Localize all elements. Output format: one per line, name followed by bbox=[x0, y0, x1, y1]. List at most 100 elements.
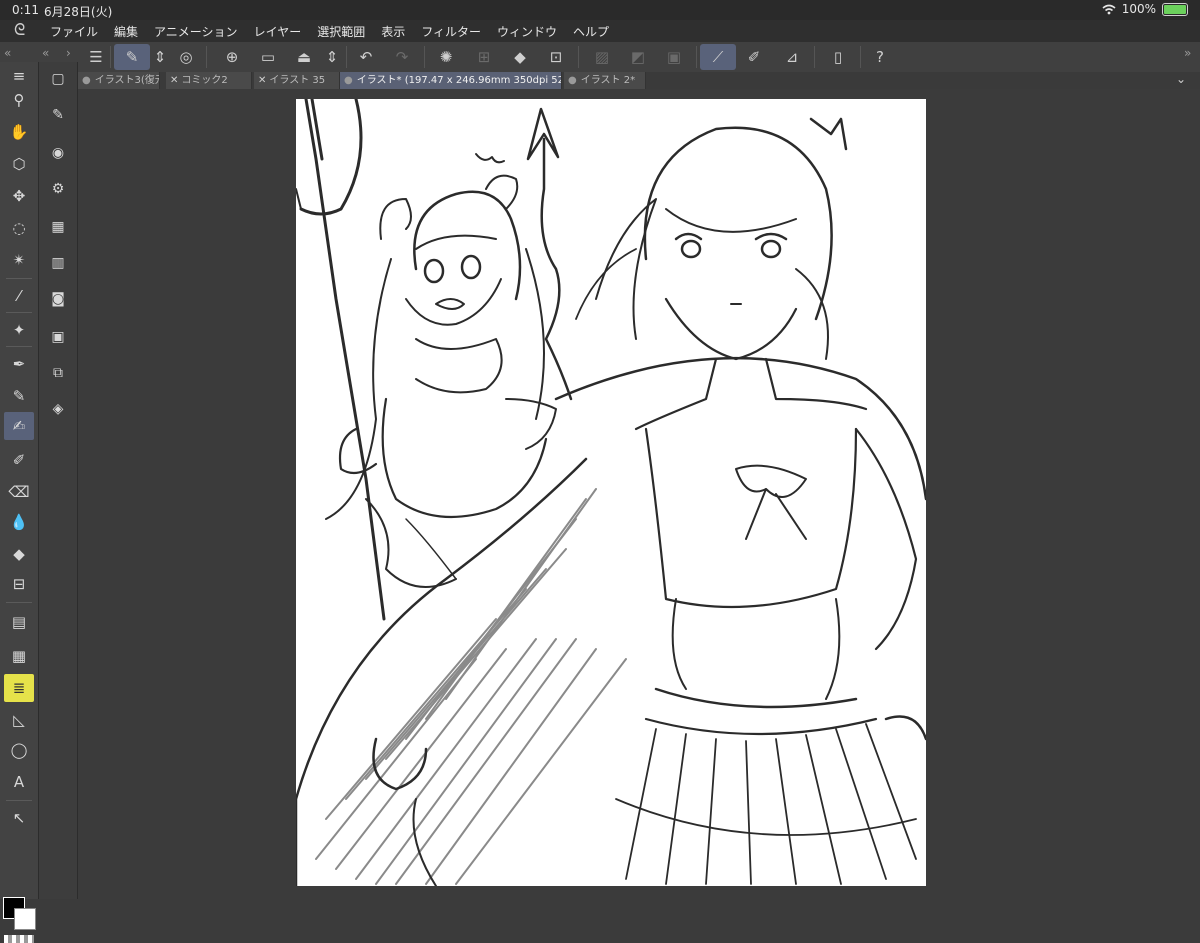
chevron-down-icon[interactable]: ⌄ bbox=[1176, 72, 1186, 86]
menu-help[interactable]: ヘルプ bbox=[573, 23, 609, 40]
menu-file[interactable]: ファイル bbox=[50, 23, 98, 40]
clear-selection-icon[interactable]: ▨ bbox=[590, 45, 614, 69]
text-layer-icon[interactable]: ≣ bbox=[4, 674, 34, 702]
loading-icon[interactable]: ✺ bbox=[434, 45, 458, 69]
material-icon[interactable]: ▣ bbox=[45, 324, 71, 350]
frame-icon[interactable]: ▦ bbox=[4, 642, 34, 670]
tab-illust-active[interactable]: ●イラスト* (197.47 x 246.96mm 350dpi 52.8%) bbox=[340, 72, 562, 89]
tool-settings-icon[interactable]: ⚙ bbox=[45, 176, 71, 202]
undo-icon[interactable]: ↶ bbox=[354, 45, 378, 69]
menu-edit[interactable]: 編集 bbox=[114, 23, 138, 40]
device-icon[interactable]: ▯ bbox=[826, 45, 850, 69]
invert-selection-icon[interactable]: ◩ bbox=[626, 45, 650, 69]
app-logo-icon[interactable]: ᘓ bbox=[14, 21, 32, 39]
lasso-icon[interactable]: ◌ bbox=[4, 214, 34, 242]
object-select-icon[interactable]: ⬡ bbox=[4, 150, 34, 178]
balloon-icon[interactable]: ◯ bbox=[4, 736, 34, 764]
tool-property-icon[interactable]: ✎ bbox=[45, 102, 71, 128]
tab-illust-35[interactable]: ✕ イラスト 35 bbox=[254, 72, 340, 89]
sub-palette-bar: ▢ ✎ ◉ ⚙ ▦ ▥ ◙ ▣ ⧉ ◈ bbox=[39, 62, 78, 899]
tab-comic-2[interactable]: ✕ コミック2 bbox=[166, 72, 252, 89]
tab-label: コミック2 bbox=[181, 75, 228, 86]
pen-icon[interactable]: ✒ bbox=[4, 350, 34, 378]
menu-icon[interactable]: ☰ bbox=[84, 45, 108, 69]
brush-size-icon[interactable]: ◉ bbox=[45, 140, 71, 166]
stamp-icon[interactable]: ⊟ bbox=[4, 570, 34, 598]
record-icon[interactable]: ◎ bbox=[174, 45, 198, 69]
battery-icon bbox=[1162, 2, 1188, 16]
selection-border-icon[interactable]: ▣ bbox=[662, 45, 686, 69]
menu-selection[interactable]: 選択範囲 bbox=[317, 23, 365, 40]
tab-modified-icon: ● bbox=[568, 75, 577, 86]
sparkle-icon[interactable]: ✦ bbox=[4, 316, 34, 344]
blend-icon[interactable]: 💧 bbox=[4, 508, 34, 536]
airbrush-icon[interactable]: ✐ bbox=[4, 446, 34, 474]
operation-icon[interactable]: ↖ bbox=[4, 804, 34, 832]
tab-close-icon[interactable]: ✕ bbox=[170, 75, 178, 86]
status-time: 0:11 bbox=[12, 3, 39, 17]
menu-view[interactable]: 表示 bbox=[381, 23, 405, 40]
gradient-icon[interactable]: ▤ bbox=[4, 608, 34, 636]
move-icon[interactable]: ✥ bbox=[4, 182, 34, 210]
wifi-icon bbox=[1102, 4, 1116, 14]
color-history-icon[interactable]: ◙ bbox=[45, 286, 71, 312]
brush-active-icon[interactable]: ✍ bbox=[4, 412, 34, 440]
text-icon[interactable]: A bbox=[4, 768, 34, 796]
hand-icon[interactable]: ✋ bbox=[4, 118, 34, 146]
collapse-left-2-icon[interactable]: « bbox=[42, 46, 49, 60]
help-icon[interactable]: ? bbox=[868, 45, 892, 69]
document-tab-bar: ● イラスト3(復元 ✕ コミック2 ✕ イラスト 35 ● イラスト* (197.47… bbox=[78, 72, 1200, 89]
collapse-right-icon[interactable]: » bbox=[1184, 46, 1191, 60]
transparent-color-icon[interactable] bbox=[4, 935, 34, 943]
transform-icon[interactable]: ⊞ bbox=[472, 45, 496, 69]
menu-layer[interactable]: レイヤー bbox=[254, 23, 302, 40]
tab-label: イラスト* (197.47 x 246.96mm 350dpi 52.8%) bbox=[356, 75, 561, 86]
pencil-icon[interactable]: ✎ bbox=[4, 382, 34, 410]
status-bar: 0:11 6月28日(火) 100% bbox=[0, 0, 1200, 20]
tab-illust-3[interactable]: ● イラスト3(復元 bbox=[78, 72, 160, 89]
sub-color[interactable] bbox=[14, 908, 36, 930]
expand-right-icon[interactable]: › bbox=[66, 46, 71, 60]
status-right: 100% bbox=[1102, 2, 1188, 16]
edit-mode-icon[interactable]: ✎ bbox=[114, 44, 150, 70]
tab-label: イラスト 2* bbox=[580, 75, 636, 86]
color-set-icon[interactable]: ▦ bbox=[45, 214, 71, 240]
fill-icon[interactable]: ◆ bbox=[508, 45, 532, 69]
menu-filter[interactable]: フィルター bbox=[421, 23, 481, 40]
tab-label: イラスト 35 bbox=[269, 75, 326, 86]
snap-ruler-icon[interactable]: ⟋ bbox=[700, 44, 736, 70]
ruler-icon[interactable]: ◺ bbox=[4, 706, 34, 734]
menu-bar: ᘓ ファイル 編集 アニメーション レイヤー 選択範囲 表示 フィルター ウィン… bbox=[0, 20, 1200, 42]
layer-property-icon[interactable]: ⧉ bbox=[45, 360, 71, 386]
zoom-icon[interactable]: ⚲ bbox=[4, 86, 34, 114]
open-folder-icon[interactable]: ▭ bbox=[256, 45, 280, 69]
magic-wand-icon[interactable]: ✴ bbox=[4, 246, 34, 274]
menu-animation[interactable]: アニメーション bbox=[154, 23, 238, 40]
save-icon[interactable]: ⏏ bbox=[292, 45, 316, 69]
eyedropper-icon[interactable]: ⁄ bbox=[4, 282, 34, 310]
special-ruler-icon[interactable]: ⊿ bbox=[780, 45, 804, 69]
tab-close-icon[interactable]: ✕ bbox=[258, 75, 266, 86]
fill-bucket-icon[interactable]: ◆ bbox=[4, 540, 34, 568]
eraser-icon[interactable]: ⌫ bbox=[4, 478, 34, 506]
tab-modified-icon: ● bbox=[82, 75, 91, 86]
command-bar: « « › ☰ ✎ ⇕ ◎ ⊕ ▭ ⏏ ⇕ ↶ ↷ ✺ ⊞ ◆ ⊡ ▨ ◩ ▣ … bbox=[0, 42, 1200, 73]
tool-palette: ≡ ⚲ ✋ ⬡ ✥ ◌ ✴ ⁄ ✦ ✒ ✎ ✍ ✐ ⌫ 💧 ◆ ⊟ ▤ ▦ ≣ … bbox=[0, 62, 39, 943]
menu-window[interactable]: ウィンドウ bbox=[497, 23, 557, 40]
sub-tool-icon[interactable]: ▢ bbox=[45, 66, 71, 92]
sketch-artwork bbox=[296, 99, 926, 886]
collapse-left-icon[interactable]: « bbox=[4, 46, 11, 60]
tab-modified-icon: ● bbox=[344, 75, 353, 86]
redo-icon[interactable]: ↷ bbox=[390, 45, 414, 69]
updown-icon[interactable]: ⇕ bbox=[148, 45, 172, 69]
brush-snap-icon[interactable]: ✐ bbox=[742, 45, 766, 69]
intermediate-color-icon[interactable]: ▥ bbox=[45, 250, 71, 276]
layer-icon[interactable]: ◈ bbox=[45, 396, 71, 422]
status-date: 6月28日(火) bbox=[44, 5, 113, 19]
tab-illust-2[interactable]: ● イラスト 2* bbox=[564, 72, 646, 89]
drawing-canvas[interactable] bbox=[296, 99, 926, 886]
save-updown-icon[interactable]: ⇕ bbox=[320, 45, 344, 69]
new-file-icon[interactable]: ⊕ bbox=[220, 45, 244, 69]
crop-icon[interactable]: ⊡ bbox=[544, 45, 568, 69]
color-swatch[interactable] bbox=[3, 897, 37, 931]
